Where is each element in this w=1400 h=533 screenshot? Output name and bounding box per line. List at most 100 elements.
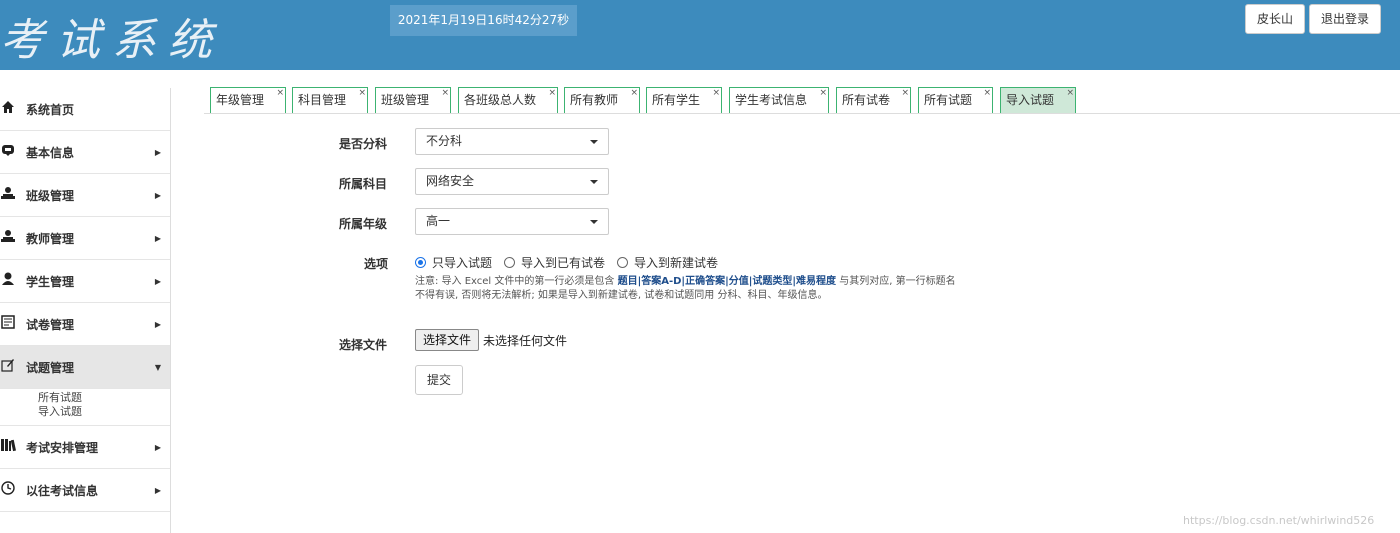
sidebar-item-basic-info[interactable]: 基本信息 ▶ <box>0 131 170 174</box>
sidebar-item-paper-management[interactable]: 试卷管理 ▶ <box>0 303 170 346</box>
tab-import-questions[interactable]: 导入试题 × <box>1000 87 1076 114</box>
user-button[interactable]: 皮长山 <box>1245 4 1305 34</box>
close-icon[interactable]: × <box>548 81 556 106</box>
tab-all-teachers[interactable]: 所有教师 × <box>564 87 640 114</box>
sidebar: 系统首页 基本信息 ▶ 班级管理 ▶ 教师管理 ▶ 学生管理 ▶ 试卷管理 ▶ <box>0 88 171 533</box>
users-icon <box>0 229 26 247</box>
edit-icon <box>0 358 26 376</box>
submenu-item-all-questions[interactable]: 所有试题 <box>38 391 170 405</box>
tab-label: 科目管理 <box>298 93 347 107</box>
sidebar-item-label: 系统首页 <box>26 102 75 117</box>
tab-label: 导入试题 <box>1006 93 1055 107</box>
sidebar-item-label: 试卷管理 <box>26 317 75 332</box>
caret-down-icon <box>590 140 598 144</box>
tab-all-students[interactable]: 所有学生 × <box>646 87 722 114</box>
sidebar-item-label: 班级管理 <box>26 188 75 203</box>
sidebar-item-home[interactable]: 系统首页 <box>0 88 170 131</box>
radio-label: 导入到已有试卷 <box>521 256 606 270</box>
submenu-item-import-questions[interactable]: 导入试题 <box>38 405 170 419</box>
chevron-right-icon: ▶ <box>154 319 162 329</box>
radio-import-existing-paper[interactable] <box>504 257 516 268</box>
chevron-right-icon: ▶ <box>154 147 162 157</box>
grade-select[interactable]: 高一 <box>415 208 609 235</box>
close-icon[interactable]: × <box>630 81 638 106</box>
select-value: 不分科 <box>426 134 463 148</box>
close-icon[interactable]: × <box>712 81 720 106</box>
close-icon[interactable]: × <box>276 81 284 106</box>
chevron-right-icon: ▶ <box>154 276 162 286</box>
datetime-display: 2021年1月19日16时42分27秒 <box>390 5 577 36</box>
choose-file-button[interactable]: 选择文件 <box>415 329 479 351</box>
radio-import-only[interactable] <box>415 257 426 268</box>
file-label: 选择文件 <box>339 338 388 352</box>
home-icon <box>0 100 26 118</box>
radio-import-new-paper[interactable] <box>617 257 629 268</box>
tab-label: 所有试题 <box>924 93 973 107</box>
top-header: 考试系统 2021年1月19日16时42分27秒 皮长山 退出登录 <box>0 0 1400 70</box>
chevron-right-icon: ▶ <box>154 442 162 452</box>
options-label: 选项 <box>364 257 389 271</box>
select-value: 网络安全 <box>426 174 475 188</box>
sidebar-item-teacher-management[interactable]: 教师管理 ▶ <box>0 217 170 260</box>
tab-label: 学生考试信息 <box>735 93 808 107</box>
user-icon <box>0 272 26 290</box>
close-icon[interactable]: × <box>441 81 449 106</box>
list-icon <box>0 315 26 333</box>
chevron-right-icon: ▶ <box>154 233 162 243</box>
books-icon <box>0 438 26 456</box>
radio-label: 只导入试题 <box>432 256 493 270</box>
tab-student-exam-info[interactable]: 学生考试信息 × <box>729 87 829 114</box>
tab-divider <box>204 113 1400 114</box>
close-icon[interactable]: × <box>983 81 991 106</box>
chevron-right-icon: ▶ <box>154 190 162 200</box>
import-option-group: 只导入试题 导入到已有试卷 导入到新建试卷 <box>415 254 730 271</box>
watermark: https://blog.csdn.net/whirlwind526 <box>1183 514 1375 527</box>
logout-button[interactable]: 退出登录 <box>1309 4 1381 34</box>
tab-label: 所有试卷 <box>842 93 891 107</box>
subject-label: 所属科目 <box>339 177 388 191</box>
sidebar-item-label: 以往考试信息 <box>26 483 99 498</box>
subject-split-select[interactable]: 不分科 <box>415 128 609 155</box>
sidebar-item-class-management[interactable]: 班级管理 ▶ <box>0 174 170 217</box>
info-icon <box>0 143 26 161</box>
sidebar-item-label: 教师管理 <box>26 231 75 246</box>
clock-icon <box>0 481 26 499</box>
tab-label: 所有教师 <box>570 93 619 107</box>
note-fields: 题目|答案A-D|正确答案|分值|试题类型|难易程度 <box>617 276 837 287</box>
sidebar-item-label: 考试安排管理 <box>26 440 99 455</box>
close-icon[interactable]: × <box>901 81 909 106</box>
close-icon[interactable]: × <box>1066 81 1074 106</box>
caret-down-icon <box>590 180 598 184</box>
tab-class-management[interactable]: 班级管理 × <box>375 87 451 114</box>
users-icon <box>0 186 26 204</box>
chevron-right-icon: ▶ <box>154 485 162 495</box>
close-icon[interactable]: × <box>358 81 366 106</box>
sidebar-submenu: 所有试题 导入试题 <box>0 389 170 426</box>
chevron-down-icon: ▼ <box>154 362 162 372</box>
tab-label: 年级管理 <box>216 93 265 107</box>
subject-split-label: 是否分科 <box>339 137 388 151</box>
sidebar-item-label: 学生管理 <box>26 274 75 289</box>
logo: 考试系统 <box>0 15 224 66</box>
tab-label: 各班级总人数 <box>464 93 537 107</box>
sidebar-item-past-exams[interactable]: 以往考试信息 ▶ <box>0 469 170 512</box>
sidebar-item-label: 试题管理 <box>26 360 75 375</box>
select-value: 高一 <box>426 214 451 228</box>
grade-label: 所属年级 <box>339 217 388 231</box>
file-status: 未选择任何文件 <box>483 334 568 348</box>
sidebar-item-student-management[interactable]: 学生管理 ▶ <box>0 260 170 303</box>
sidebar-item-exam-schedule[interactable]: 考试安排管理 ▶ <box>0 426 170 469</box>
note-prefix: 注意: 导入 Excel 文件中的第一行必须是包含 <box>415 276 618 287</box>
sidebar-item-question-management[interactable]: 试题管理 ▼ <box>0 346 170 389</box>
tab-subject-management[interactable]: 科目管理 × <box>292 87 368 114</box>
tab-class-totals[interactable]: 各班级总人数 × <box>458 87 558 114</box>
subject-select[interactable]: 网络安全 <box>415 168 609 195</box>
radio-label: 导入到新建试卷 <box>634 256 719 270</box>
tab-all-questions[interactable]: 所有试题 × <box>918 87 993 114</box>
close-icon[interactable]: × <box>819 81 827 106</box>
tab-label: 班级管理 <box>381 93 430 107</box>
tab-grade-management[interactable]: 年级管理 × <box>210 87 286 114</box>
submit-button[interactable]: 提交 <box>415 365 463 395</box>
tab-all-papers[interactable]: 所有试卷 × <box>836 87 911 114</box>
sidebar-item-label: 基本信息 <box>26 145 75 160</box>
